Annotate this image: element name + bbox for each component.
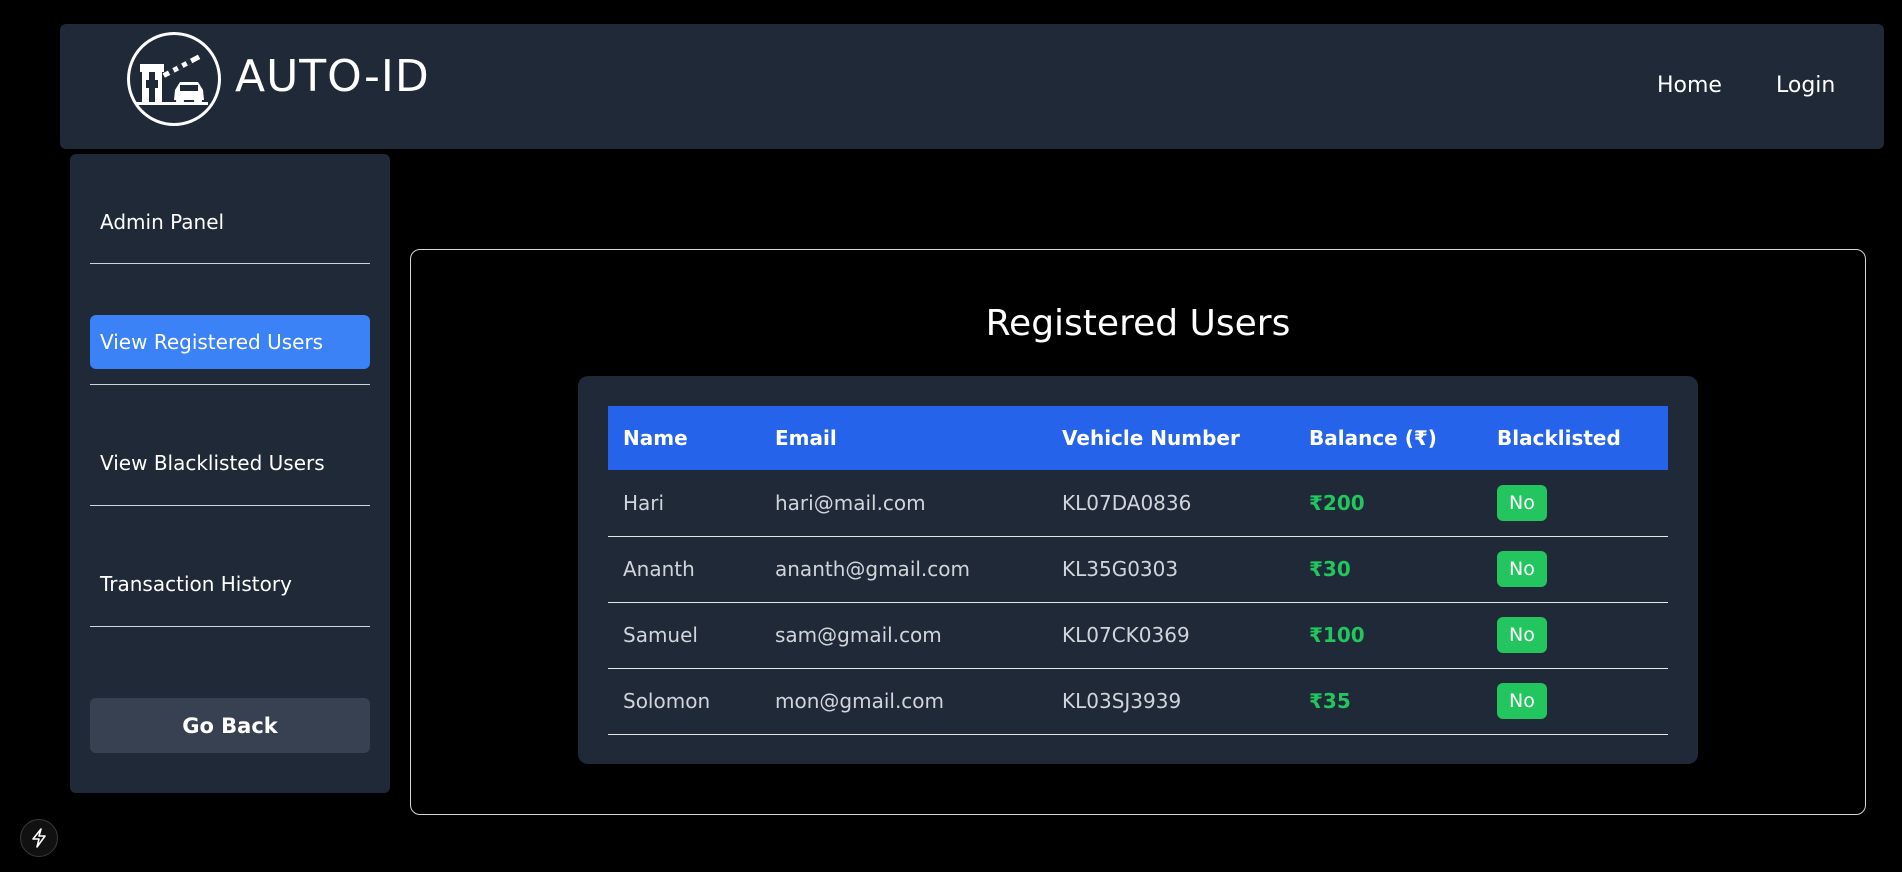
users-table-card: Name Email Vehicle Number Balance (₹) Bl… bbox=[578, 376, 1698, 764]
sidebar-divider bbox=[90, 263, 370, 264]
cell-blacklisted: No bbox=[1482, 602, 1668, 669]
navbar: AUTO-ID Home Login bbox=[60, 24, 1884, 149]
sidebar-item-transaction-history[interactable]: Transaction History bbox=[90, 557, 370, 611]
cell-email: ananth@gmail.com bbox=[760, 536, 1047, 603]
column-header-blacklisted: Blacklisted bbox=[1497, 426, 1621, 450]
registered-users-panel: Registered Users Name Email Vehicle Numb… bbox=[410, 249, 1866, 815]
table-row: Samuel sam@gmail.com KL07CK0369 ₹100 No bbox=[608, 602, 1668, 669]
nav-home-link[interactable]: Home bbox=[1657, 73, 1722, 98]
column-header-vehicle-number: Vehicle Number bbox=[1062, 426, 1240, 450]
cell-balance: ₹100 bbox=[1294, 602, 1482, 669]
cell-balance: ₹30 bbox=[1294, 536, 1482, 603]
users-table: Name Email Vehicle Number Balance (₹) Bl… bbox=[608, 406, 1668, 735]
cell-blacklisted: No bbox=[1482, 668, 1668, 735]
cell-balance: ₹35 bbox=[1294, 668, 1482, 735]
sidebar-item-view-blacklisted-users[interactable]: View Blacklisted Users bbox=[90, 436, 370, 490]
table-row: Solomon mon@gmail.com KL03SJ3939 ₹35 No bbox=[608, 668, 1668, 735]
cell-vehicle-number: KL35G0303 bbox=[1047, 536, 1294, 603]
cell-vehicle-number: KL03SJ3939 bbox=[1047, 668, 1294, 735]
cell-email: sam@gmail.com bbox=[760, 602, 1047, 669]
page-title: Registered Users bbox=[985, 303, 1291, 344]
blacklisted-status-badge: No bbox=[1497, 484, 1547, 521]
toll-gate-car-icon bbox=[136, 54, 208, 105]
sidebar-divider bbox=[90, 384, 370, 385]
table-header-row: Name Email Vehicle Number Balance (₹) Bl… bbox=[608, 406, 1668, 470]
column-header-email: Email bbox=[775, 426, 837, 450]
cell-email: mon@gmail.com bbox=[760, 668, 1047, 735]
column-header-balance: Balance (₹) bbox=[1309, 426, 1437, 450]
sidebar: Admin Panel View Registered Users View B… bbox=[70, 154, 390, 793]
cell-name: Ananth bbox=[608, 536, 760, 603]
cell-name: Hari bbox=[608, 470, 760, 537]
sidebar-divider bbox=[90, 626, 370, 627]
blacklisted-status-badge: No bbox=[1497, 617, 1547, 653]
column-header-name: Name bbox=[623, 426, 688, 450]
cell-balance: ₹200 bbox=[1294, 470, 1482, 537]
cell-email: hari@mail.com bbox=[760, 470, 1047, 537]
sidebar-item-admin-panel[interactable]: Admin Panel bbox=[90, 195, 370, 249]
table-row: Ananth ananth@gmail.com KL35G0303 ₹30 No bbox=[608, 536, 1668, 603]
cell-blacklisted: No bbox=[1482, 536, 1668, 603]
sidebar-item-view-registered-users[interactable]: View Registered Users bbox=[90, 315, 370, 369]
dev-tools-button[interactable] bbox=[20, 819, 58, 857]
cell-name: Samuel bbox=[608, 602, 760, 669]
brand-title: AUTO-ID bbox=[235, 51, 430, 102]
cell-blacklisted: No bbox=[1482, 470, 1668, 537]
cell-vehicle-number: KL07DA0836 bbox=[1047, 470, 1294, 537]
sidebar-divider bbox=[90, 505, 370, 506]
cell-vehicle-number: KL07CK0369 bbox=[1047, 602, 1294, 669]
go-back-button[interactable]: Go Back bbox=[90, 698, 370, 753]
cell-name: Solomon bbox=[608, 668, 760, 735]
table-row: Hari hari@mail.com KL07DA0836 ₹200 No bbox=[608, 470, 1668, 537]
logo[interactable] bbox=[127, 32, 221, 126]
lightning-bolt-icon bbox=[32, 828, 46, 848]
blacklisted-status-badge: No bbox=[1497, 551, 1547, 587]
blacklisted-status-badge: No bbox=[1497, 683, 1547, 719]
nav-login-link[interactable]: Login bbox=[1776, 73, 1835, 98]
